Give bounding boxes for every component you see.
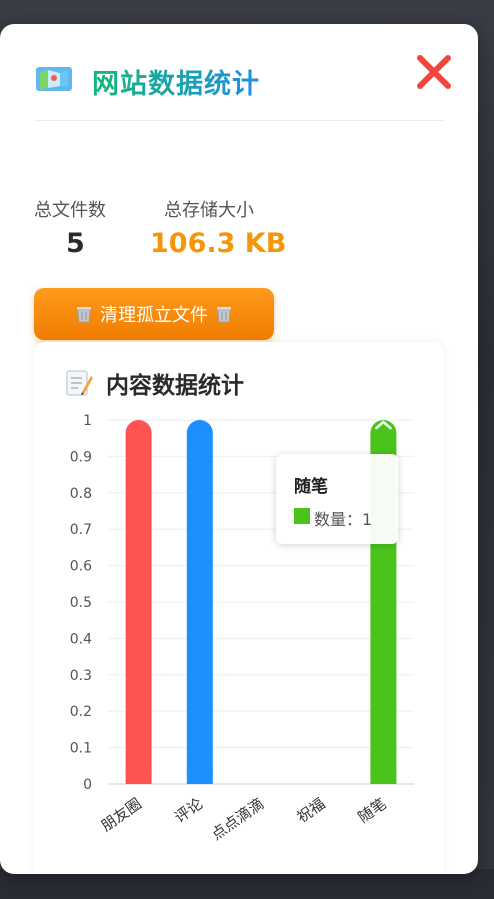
- y-tick-label: 0.7: [70, 522, 92, 538]
- content-bar-chart: 0 0.1 0.2 0.3 0.4 0.5 0.6 0.7 0.8 0.9 1 朋友圈 评论 点点滴滴 祝福…: [70, 413, 414, 844]
- chart-tooltip: 随笔 数量：1: [276, 454, 398, 544]
- y-tick-label: 0.3: [70, 668, 92, 684]
- x-tick-label: 随笔: [355, 795, 390, 827]
- chart-bar: [186, 420, 213, 784]
- y-tick-label: 0.5: [70, 595, 92, 611]
- chart-bar-base: [125, 770, 152, 784]
- x-tick-label: 点点滴滴: [208, 795, 267, 844]
- tooltip-title: 随笔: [294, 477, 328, 497]
- chart-bar-base: [186, 770, 213, 784]
- y-tick-label: 0.2: [70, 704, 92, 720]
- y-tick-label: 0.8: [70, 486, 92, 502]
- chart-bar-base: [370, 770, 397, 784]
- chart-bar: [125, 420, 152, 784]
- x-tick-label: 评论: [171, 795, 206, 827]
- tooltip-series-text: 数量：1: [314, 510, 373, 529]
- y-tick-label: 0.4: [70, 631, 92, 647]
- tooltip-series-swatch: [294, 508, 310, 524]
- y-tick-label: 0.6: [70, 559, 92, 575]
- x-tick-label: 朋友圈: [98, 795, 145, 836]
- x-tick-label: 祝福: [294, 795, 329, 827]
- stats-modal: 网站数据统计 总文件数 5 总存储大小 106.3 KB 清理孤立文件 内容数据…: [0, 24, 478, 874]
- y-tick-label: 0.1: [70, 741, 92, 757]
- y-tick-label: 1: [83, 413, 92, 429]
- y-tick-label: 0: [83, 777, 92, 793]
- y-tick-label: 0.9: [70, 449, 92, 465]
